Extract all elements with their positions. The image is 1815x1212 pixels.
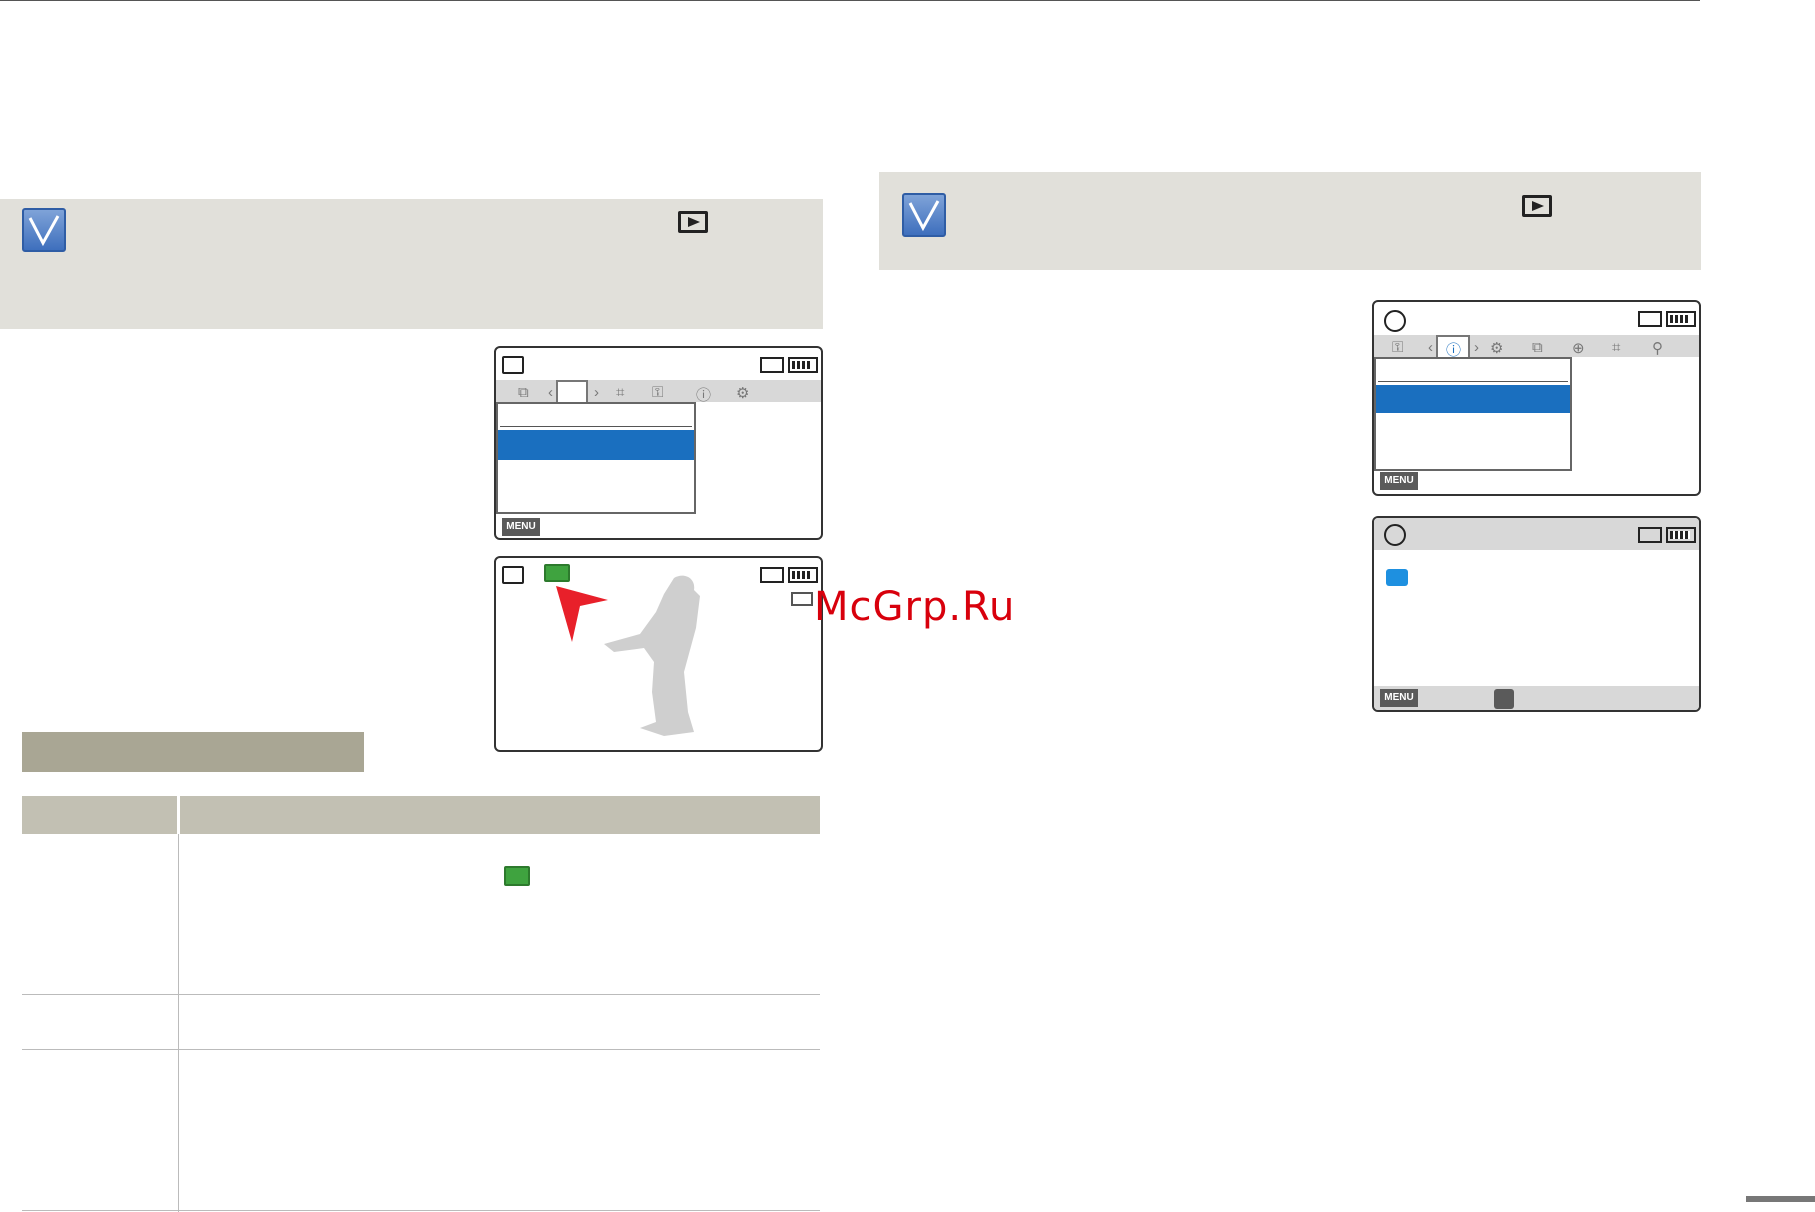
print-tab-icon[interactable]: ⚲ [1652,339,1663,357]
menu-button[interactable]: MENU [502,518,540,536]
playback-mode-icon [502,356,524,374]
checkmark-note-icon [22,208,66,252]
chevron-right-icon[interactable]: › [1474,339,1479,356]
zoom-tab-icon[interactable]: ⊕ [1572,339,1585,357]
protect-tab-icon[interactable]: ⚿ [1392,339,1403,356]
memory-card-icon [760,567,784,583]
settings-tab-icon[interactable]: ⚙ [736,384,749,402]
memory-card-icon [1638,311,1662,327]
watermark: McGrp.Ru [814,584,1016,630]
selected-menu-row[interactable] [498,430,694,460]
play-mode-icon [678,211,708,233]
lcd-screen-menu-left: ⧉ ‹ › ⌗ ⚿ ⓘ ⚙ MENU [494,346,823,540]
slideshow-tab-icon[interactable]: ⧉ [1532,339,1543,356]
chevron-left-icon[interactable]: ‹ [1428,339,1433,356]
table-row-divider [22,1049,820,1050]
note-box-right [879,172,1701,270]
battery-icon [1666,527,1696,543]
chevron-left-icon[interactable]: ‹ [548,384,553,401]
menu-button[interactable]: MENU [1380,472,1418,490]
quality-icon [791,592,813,606]
battery-icon [788,567,818,583]
selected-menu-row[interactable] [1376,385,1570,413]
playback-mode-icon [502,566,524,584]
trash-tab-icon[interactable]: ⌗ [616,384,624,401]
folder-icon [1386,569,1408,586]
play-mode-icon [1522,195,1552,217]
menu-dropdown [1374,357,1572,471]
menu-button[interactable]: MENU [1380,689,1418,707]
menu-tab-bar: ⧉ ‹ › ⌗ ⚿ ⓘ ⚙ [496,380,821,405]
tab-icon[interactable]: ⧉ [518,384,529,401]
chevron-right-icon[interactable]: › [594,384,599,401]
joystick-icon [1494,689,1514,709]
page-number-tab [1746,1196,1815,1202]
lcd-footer-bar [1374,686,1699,710]
battery-icon [1666,311,1696,327]
video-play-icon [544,564,570,582]
trash-tab-icon[interactable]: ⌗ [1612,339,1620,356]
lcd-screen-menu-right: ⚿ ‹ ⓘ › ⚙ ⧉ ⊕ ⌗ ⚲ MENU [1372,300,1701,496]
photo-play-mode-icon [1384,310,1406,332]
checkmark-note-icon [902,193,946,237]
protect-tab-icon[interactable]: ⚿ [652,384,663,401]
info-tab-icon[interactable]: ⓘ [696,384,711,405]
battery-icon [788,357,818,373]
table-row-divider [22,994,820,995]
section-heading-bar [22,732,364,772]
menu-tab-bar: ⚿ ‹ ⓘ › ⚙ ⧉ ⊕ ⌗ ⚲ [1374,335,1699,359]
settings-tab-icon[interactable]: ⚙ [1490,339,1503,357]
table-header-divider [177,796,180,834]
menu-dropdown [496,402,696,514]
dancer-silhouette [604,575,700,736]
dropdown-divider [1378,381,1568,382]
top-rule [0,0,1700,1]
tab-selected[interactable] [556,380,588,404]
table-column-divider [178,834,179,1212]
table-header [22,796,820,834]
memory-card-icon [760,357,784,373]
photo-play-mode-icon [1384,524,1406,546]
table-row-divider [22,1210,820,1211]
memory-card-icon [1638,527,1662,543]
dropdown-divider [500,426,692,427]
lcd-screen-info-right: MENU [1372,516,1701,712]
lcd-screen-playback-left [494,556,823,752]
video-play-icon [504,866,530,886]
